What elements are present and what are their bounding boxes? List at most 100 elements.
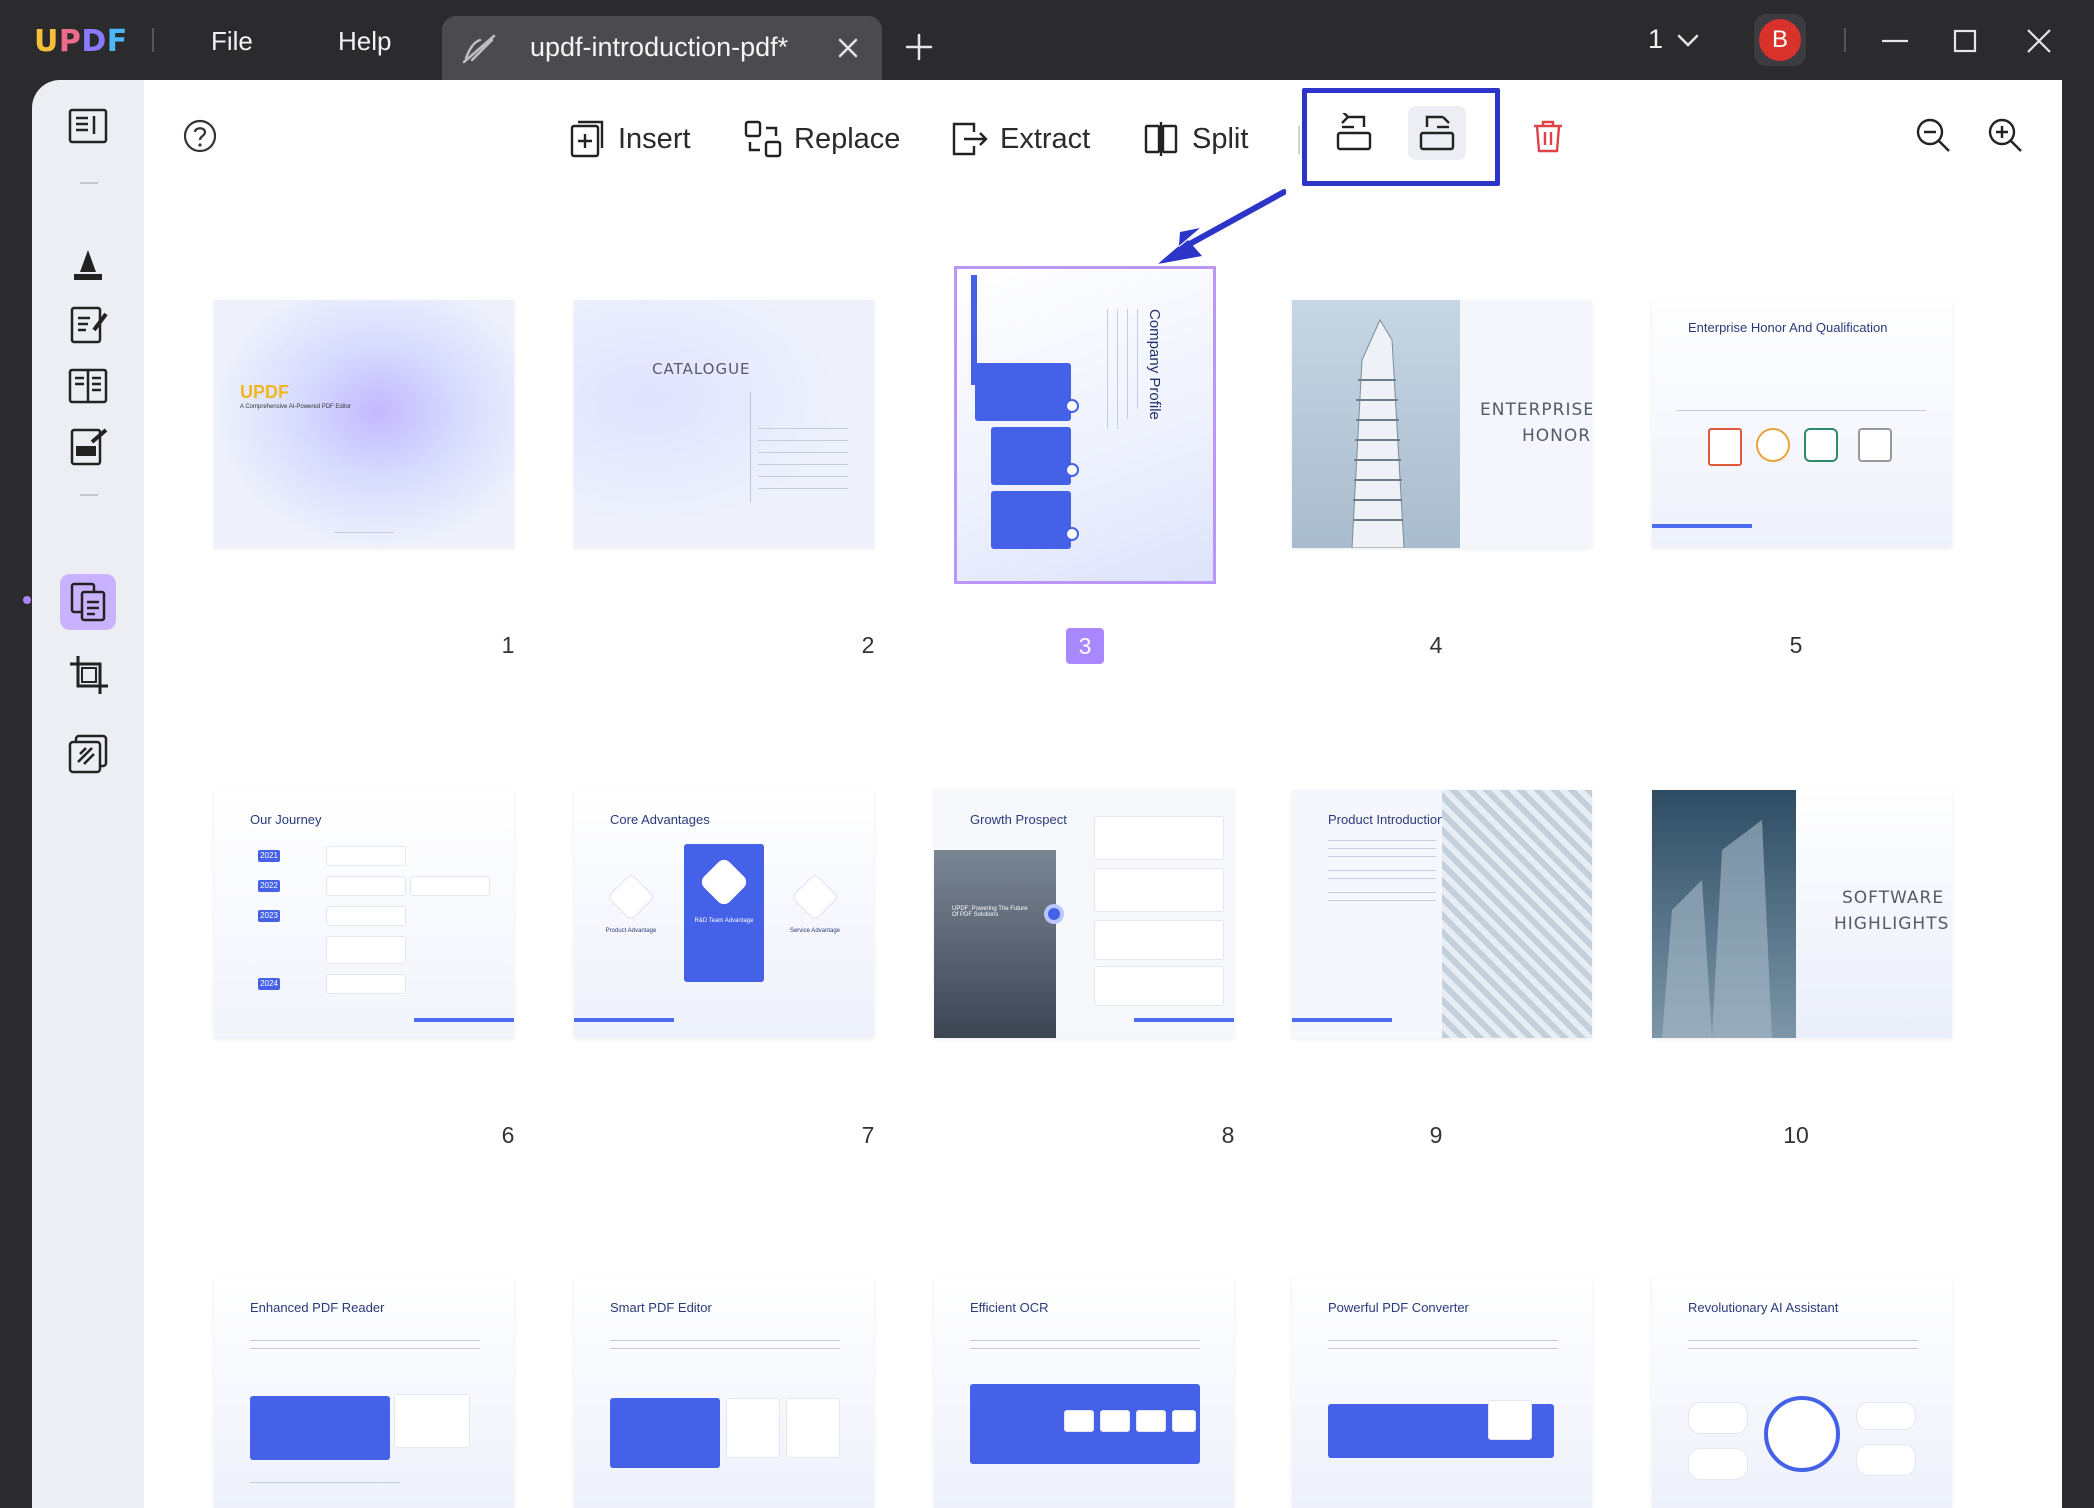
page-selector[interactable]: 1: [1648, 24, 1663, 55]
close-tab-icon[interactable]: [834, 34, 862, 62]
growth-caption: UPDF: Powering The Future Of PDF Solutio…: [952, 906, 1028, 918]
title-bar: UPDF File Help updf-introduction-pdf* 1 …: [0, 0, 2094, 80]
menu-file[interactable]: File: [211, 26, 253, 57]
page-thumbnail-selected[interactable]: Company Profile: [954, 266, 1216, 584]
timeline-card: [326, 846, 406, 866]
menu-help[interactable]: Help: [338, 26, 391, 57]
cover-logo-text: UPDF: [240, 382, 289, 402]
page-thumbnail[interactable]: Our Journey 2021 2022 2023 2024: [214, 790, 514, 1038]
page-thumbnail[interactable]: UPDF A Comprehensive AI-Powered PDF Edit…: [214, 300, 514, 548]
maximize-icon[interactable]: [1950, 26, 1980, 56]
footer-bar: [1134, 1018, 1234, 1022]
crop-pages-icon[interactable]: [66, 652, 110, 696]
tools-icon[interactable]: [66, 732, 110, 776]
menu-divider: [152, 28, 154, 52]
page-number: 1: [501, 632, 515, 658]
tab-title: updf-introduction-pdf*: [530, 32, 789, 62]
feature-bubble: [1856, 1402, 1916, 1430]
building-photo: [1292, 300, 1460, 548]
timeline-card: [326, 936, 406, 964]
page-number: 7: [861, 1122, 875, 1148]
slide-title: Smart PDF Editor: [610, 1300, 712, 1315]
page-thumbnail[interactable]: Core Advantages Product Advantage R&D Te…: [574, 790, 874, 1038]
slide-title: Our Journey: [250, 812, 322, 827]
insert-label: Insert: [618, 122, 691, 155]
sidebar-divider: [80, 494, 98, 496]
left-tool-sidebar: [23, 80, 144, 1508]
new-tab-icon[interactable]: [904, 32, 934, 62]
rotate-counterclockwise-icon[interactable]: [1334, 113, 1374, 153]
slide-title: Efficient OCR: [970, 1300, 1049, 1315]
extract-button[interactable]: Extract: [950, 114, 1090, 164]
chevron-down-icon[interactable]: [1676, 30, 1700, 50]
help-circle-icon[interactable]: [182, 118, 218, 154]
rotate-clockwise-icon[interactable]: [1417, 113, 1457, 153]
illustration: [394, 1394, 470, 1448]
comment-highlighter-icon[interactable]: [66, 242, 110, 286]
user-avatar[interactable]: B: [1754, 14, 1806, 66]
catalogue-entry: [758, 428, 848, 429]
footer-bar: [1292, 1018, 1392, 1022]
card-icon: [1065, 527, 1079, 541]
page-thumbnail[interactable]: Enhanced PDF Reader: [214, 1278, 514, 1508]
replace-button[interactable]: Replace: [744, 114, 900, 164]
split-button[interactable]: Split: [1142, 114, 1248, 164]
timeline-card: [326, 876, 406, 896]
profile-card: [975, 363, 1071, 421]
page-thumbnail[interactable]: Powerful PDF Converter: [1292, 1278, 1592, 1508]
feature-box: [250, 1396, 390, 1460]
catalogue-entry: [758, 476, 848, 477]
feature-bubble: [1856, 1444, 1916, 1476]
advantage-label: Service Advantage: [789, 928, 841, 934]
slide-title: Enterprise Honor And Qualification: [1688, 320, 1888, 335]
page-thumbnail[interactable]: Revolutionary AI Assistant: [1652, 1278, 1952, 1508]
text-line: [970, 1340, 1200, 1341]
insert-button[interactable]: Insert: [568, 114, 691, 164]
minimize-icon[interactable]: [1880, 26, 1910, 56]
fill-sign-icon[interactable]: [66, 424, 110, 468]
footer-bar: [414, 1018, 514, 1022]
advantage-label: R&D Team Advantage: [694, 918, 754, 924]
zoom-out-icon[interactable]: [1914, 116, 1952, 154]
edit-pdf-icon[interactable]: [66, 302, 110, 346]
page-thumbnail[interactable]: Product Introduction: [1292, 790, 1592, 1038]
page-thumbnail[interactable]: Enterprise Honor And Qualification: [1652, 300, 1952, 548]
text-column: [1107, 309, 1108, 429]
reader-icon[interactable]: [66, 104, 110, 148]
slide-title: Powerful PDF Converter: [1328, 1300, 1469, 1315]
page-thumbnail[interactable]: CATALOGUE: [574, 300, 874, 548]
slide-title: Revolutionary AI Assistant: [1688, 1300, 1839, 1315]
ai-assistant-ring: [1764, 1396, 1840, 1472]
card-icon: [1065, 399, 1079, 413]
text-line: [1328, 878, 1436, 879]
page-thumbnail[interactable]: Growth Prospect UPDF: Powering The Futur…: [934, 790, 1234, 1038]
timeline-card: [326, 906, 406, 926]
zoom-in-icon[interactable]: [1986, 116, 2024, 154]
organize-columns-icon[interactable]: [66, 364, 110, 408]
page-thumbnail[interactable]: Smart PDF Editor: [574, 1278, 874, 1508]
page-number: 2: [861, 632, 875, 658]
feature-card: [1100, 1410, 1130, 1432]
building-photo: [934, 850, 1056, 1038]
feature-card: [1064, 1410, 1094, 1432]
badge: [1858, 428, 1892, 462]
text-line: [1688, 1340, 1918, 1341]
close-window-icon[interactable]: [2024, 26, 2054, 56]
text-line: [1328, 840, 1436, 841]
year-badge: 2022: [258, 880, 280, 892]
replace-label: Replace: [794, 122, 901, 155]
feature-card: [1172, 1410, 1196, 1432]
document-tab[interactable]: updf-introduction-pdf*: [442, 16, 882, 80]
toolbar-divider: [1298, 126, 1300, 154]
feature-box: [610, 1398, 720, 1468]
profile-card: [991, 491, 1071, 549]
page-thumbnail[interactable]: SOFTWARE HIGHLIGHTS: [1652, 790, 1952, 1038]
page-number: 6: [501, 1122, 515, 1148]
page-thumbnail[interactable]: Efficient OCR: [934, 1278, 1234, 1508]
delete-page-icon[interactable]: [1530, 118, 1566, 154]
text-card: [1094, 816, 1224, 860]
timeline-line: [1676, 410, 1926, 411]
organize-pages-icon[interactable]: [66, 580, 110, 624]
page-thumbnail[interactable]: ENTERPRISE HONOR: [1292, 300, 1592, 548]
feature-bubble: [1688, 1402, 1748, 1434]
